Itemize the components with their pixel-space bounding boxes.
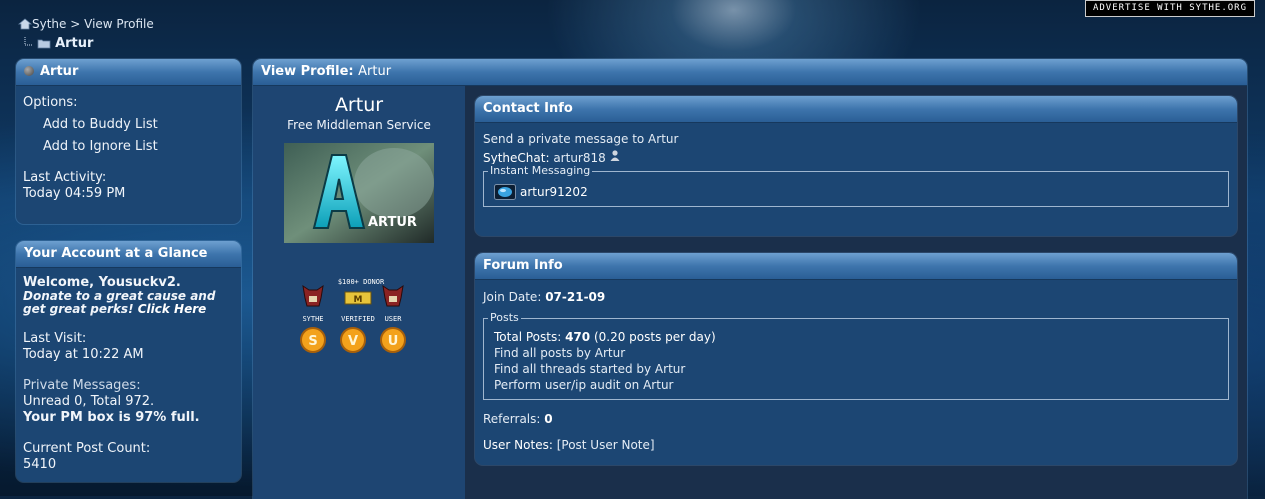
profile-header: View Profile: Artur <box>253 59 1247 86</box>
svg-text:ARTUR: ARTUR <box>368 215 417 230</box>
user-options-panel: Artur Options: Add to Buddy List Add to … <box>16 59 241 224</box>
instant-messaging-fieldset: Instant Messaging artur91202 <box>483 164 1229 207</box>
svg-text:$100+ DONOR: $100+ DONOR <box>338 278 385 286</box>
folder-icon <box>37 38 51 53</box>
advertise-banner[interactable]: ADVERTISE WITH SYTHE.ORG <box>1085 0 1255 17</box>
last-visit-label: Last Visit: <box>23 331 87 346</box>
profile-sidebar: Artur Free Middleman Service ARTUR $100+… <box>253 86 465 499</box>
forum-info-panel: Forum Info Join Date: 07-21-09 Posts Tot… <box>475 253 1237 465</box>
skype-icon[interactable] <box>494 184 516 200</box>
user-panel-header: Artur <box>16 59 241 86</box>
tree-line-icon <box>24 36 37 51</box>
breadcrumb-separator: > <box>70 17 81 31</box>
donate-link[interactable]: Click Here <box>138 302 207 316</box>
im-legend: Instant Messaging <box>488 164 593 177</box>
pm-label[interactable]: Private Messages: <box>23 378 234 394</box>
home-icon <box>17 18 33 33</box>
sythe-helmet-icon <box>302 284 324 307</box>
s-badge-icon: S <box>300 327 326 353</box>
donate-text: Donate to a great cause and get great pe… <box>23 289 216 316</box>
add-ignore-link[interactable]: Add to Ignore List <box>43 139 234 154</box>
user-notes-label: User Notes: <box>483 438 553 452</box>
user-ip-audit-link[interactable]: Perform user/ip audit on Artur <box>494 378 673 392</box>
view-profile-panel: View Profile: Artur Artur Free Middleman… <box>253 59 1247 499</box>
posts-fieldset: Posts Total Posts: 470 (0.20 posts per d… <box>483 311 1229 400</box>
svg-text:SYTHE: SYTHE <box>302 315 323 323</box>
posts-per-day: (0.20 posts per day) <box>593 330 716 344</box>
profile-username: Artur <box>334 94 384 116</box>
offline-status-icon <box>24 66 34 76</box>
forum-info-header: Forum Info <box>475 253 1237 280</box>
breadcrumb-site-link[interactable]: Sythe <box>32 17 66 31</box>
total-posts-value: 470 <box>565 330 591 344</box>
pm-full-warning: Your PM box is 97% full. <box>23 410 200 425</box>
breadcrumb: Sythe > View Profile Artur <box>17 17 154 53</box>
account-glance-panel: Your Account at a Glance Welcome, Yousuc… <box>16 241 241 482</box>
find-threads-link[interactable]: Find all threads started by Artur <box>494 362 685 376</box>
profile-user-title: Free Middleman Service <box>287 118 431 132</box>
user-panel-title: Artur <box>40 64 79 79</box>
last-visit-value: Today at 10:22 AM <box>23 347 144 362</box>
add-buddy-link[interactable]: Add to Buddy List <box>43 117 234 132</box>
v-badge-icon: V <box>340 327 366 353</box>
svg-text:USER: USER <box>385 315 403 323</box>
svg-text:M: M <box>354 295 363 305</box>
user-icon <box>610 150 620 165</box>
join-date-label: Join Date: <box>483 290 542 304</box>
avatar: ARTUR <box>284 143 434 243</box>
user-helmet-icon <box>382 284 404 307</box>
last-activity-value: Today 04:59 PM <box>23 186 126 201</box>
svg-text:U: U <box>388 334 399 349</box>
im-handle[interactable]: artur91202 <box>520 185 588 199</box>
contact-info-panel: Contact Info Send a private message to A… <box>475 96 1237 236</box>
glance-header: Your Account at a Glance <box>16 241 241 268</box>
breadcrumb-current: Artur <box>55 36 94 51</box>
breadcrumb-page-link[interactable]: View Profile <box>84 17 154 31</box>
find-posts-link[interactable]: Find all posts by Artur <box>494 346 625 360</box>
profile-content: Contact Info Send a private message to A… <box>465 86 1247 499</box>
contact-info-header: Contact Info <box>475 96 1237 123</box>
options-label: Options: <box>23 95 78 110</box>
referrals-value: 0 <box>544 412 553 426</box>
post-user-note-link[interactable]: [Post User Note] <box>557 438 655 452</box>
pm-counts: Unread 0, Total 972. <box>23 394 155 409</box>
svg-text:VERIFIED: VERIFIED <box>341 315 375 323</box>
send-pm-link[interactable]: Send a private message to Artur <box>483 132 678 146</box>
total-posts-label: Total Posts: <box>494 330 562 344</box>
user-badges: $100+ DONOR M SYTHE VERIFIED USER S V U <box>293 276 433 366</box>
post-count-label: Current Post Count: <box>23 441 151 456</box>
referrals-label: Referrals: <box>483 412 541 426</box>
u-badge-icon: U <box>380 327 406 353</box>
join-date-value: 07-21-09 <box>545 290 606 304</box>
sythechat-label: SytheChat: <box>483 151 550 165</box>
svg-text:V: V <box>348 334 358 349</box>
svg-text:S: S <box>308 334 317 349</box>
welcome-text: Welcome, Yousuckv2. <box>23 275 181 290</box>
last-activity-label: Last Activity: <box>23 170 107 185</box>
sythechat-value: artur818 <box>553 151 606 165</box>
posts-legend: Posts <box>488 311 521 324</box>
post-count-value: 5410 <box>23 457 57 472</box>
cash-icon: M <box>344 291 372 305</box>
